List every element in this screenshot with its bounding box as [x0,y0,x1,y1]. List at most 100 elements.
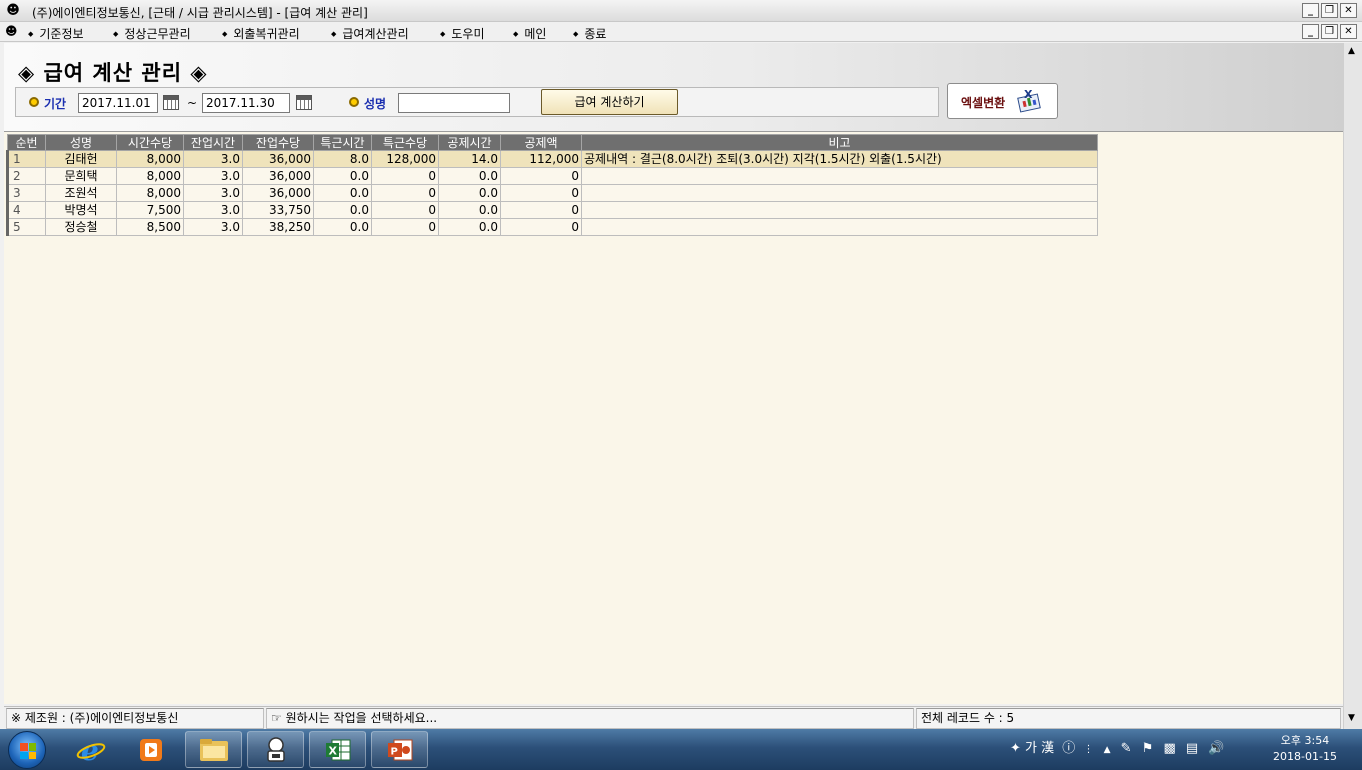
table-cell[interactable]: 112,000 [500,150,582,168]
help-icon[interactable]: ⓘ [1062,741,1075,756]
network-icon[interactable]: ▤ [1186,741,1198,756]
child-restore-button[interactable]: ❐ [1321,24,1338,39]
windows-start-icon[interactable] [8,731,46,769]
table-cell[interactable]: 0.0 [438,167,501,185]
table-cell[interactable]: 8.0 [313,150,372,168]
table-cell[interactable]: 0.0 [313,201,372,219]
table-row[interactable]: 1 김태헌 8,000 3.0 36,000 8.0 128,000 14.0 … [6,150,1098,168]
excel-app-icon[interactable]: X [309,731,366,768]
vertical-scrollbar[interactable]: ▲ ▼ [1343,43,1362,729]
table-cell[interactable]: 8,000 [116,184,184,202]
table-cell[interactable]: 0.0 [313,167,372,185]
table-cell[interactable]: 8,000 [116,150,184,168]
table-row[interactable]: 2 문희택 8,000 3.0 36,000 0.0 0 0.0 0 [6,167,1098,185]
table-cell[interactable]: 36,000 [242,184,314,202]
table-cell[interactable]: 36,000 [242,167,314,185]
table-cell[interactable]: 0 [500,184,582,202]
table-cell[interactable]: 2 [6,167,46,185]
taskbar-clock[interactable]: 오후 3:54 2018-01-15 [1262,733,1348,765]
menu-item-standard-info[interactable]: ◆ 기준정보 [28,25,84,42]
table-cell[interactable]: 3.0 [183,167,243,185]
restore-button[interactable]: ❐ [1321,3,1338,18]
table-cell[interactable]: 3.0 [183,201,243,219]
ime-icon[interactable]: ✦ [1010,741,1021,756]
table-cell[interactable]: 3 [6,184,46,202]
table-cell[interactable]: 0 [371,184,439,202]
column-header[interactable]: 잔업시간 [183,134,243,151]
table-cell[interactable]: 0.0 [313,184,372,202]
powerpoint-app-icon[interactable]: P [371,731,428,768]
column-header[interactable]: 성명 [45,134,117,151]
minimize-button[interactable]: _ [1302,3,1319,18]
column-header[interactable]: 잔업수당 [242,134,314,151]
table-cell[interactable]: 33,750 [242,201,314,219]
table-cell[interactable]: 8,000 [116,167,184,185]
scroll-up-icon[interactable]: ▲ [1348,46,1355,56]
menu-item-payroll[interactable]: ◆ 급여계산관리 [331,25,409,42]
table-cell[interactable]: 3.0 [183,150,243,168]
calendar-icon[interactable] [163,95,179,110]
table-cell[interactable] [581,184,1098,202]
table-cell[interactable]: 김태헌 [45,150,117,168]
table-cell[interactable]: 문희택 [45,167,117,185]
date-from-input[interactable]: 2017.11.01 [78,93,158,113]
column-header[interactable]: 비고 [581,134,1098,151]
table-cell[interactable]: 0 [500,167,582,185]
table-cell[interactable]: 36,000 [242,150,314,168]
table-cell[interactable]: 0.0 [438,218,501,236]
table-cell[interactable] [581,218,1098,236]
child-minimize-button[interactable]: _ [1302,24,1319,39]
action-center-flag-icon[interactable]: ⚑ [1142,741,1154,756]
table-cell[interactable]: 38,250 [242,218,314,236]
ime-indicator[interactable]: 가 漢 [1025,741,1054,756]
column-header[interactable]: 시간수당 [116,134,184,151]
table-cell[interactable]: 0.0 [313,218,372,236]
menu-item-normal-work[interactable]: ◆ 정상근무관리 [113,25,191,42]
table-row[interactable]: 5 정승철 8,500 3.0 38,250 0.0 0 0.0 0 [6,218,1098,236]
table-row[interactable]: 4 박명석 7,500 3.0 33,750 0.0 0 0.0 0 [6,201,1098,219]
table-cell[interactable]: 조원석 [45,184,117,202]
table-cell[interactable]: 7,500 [116,201,184,219]
device-icon[interactable]: ▩ [1163,741,1175,756]
column-header[interactable]: 순번 [7,134,46,151]
table-cell[interactable]: 8,500 [116,218,184,236]
media-player-icon[interactable] [122,731,179,768]
table-cell[interactable]: 1 [6,150,46,168]
column-header[interactable]: 공제시간 [438,134,501,151]
close-button[interactable]: ✕ [1340,3,1357,18]
excel-export-button[interactable]: 엑셀변환 X [947,83,1058,119]
table-cell[interactable]: 공제내역 : 결근(8.0시간) 조퇴(3.0시간) 지각(1.5시간) 외출(… [581,150,1098,168]
volume-icon[interactable]: 🔊 [1208,741,1224,756]
table-cell[interactable]: 128,000 [371,150,439,168]
menu-item-exit[interactable]: ◆ 종료 [573,25,606,42]
table-cell[interactable]: 4 [6,201,46,219]
name-search-input[interactable] [398,93,510,113]
column-header[interactable]: 공제액 [500,134,582,151]
column-header[interactable]: 특근수당 [371,134,439,151]
table-row[interactable]: 3 조원석 8,000 3.0 36,000 0.0 0 0.0 0 [6,184,1098,202]
menu-item-outing-return[interactable]: ◆ 외출복귀관리 [222,25,300,42]
table-cell[interactable]: 0.0 [438,184,501,202]
table-cell[interactable]: 0 [500,218,582,236]
table-cell[interactable]: 정승철 [45,218,117,236]
pen-icon[interactable]: ✎ [1121,741,1132,756]
table-cell[interactable] [581,201,1098,219]
table-cell[interactable]: 박명석 [45,201,117,219]
app-task-icon[interactable] [247,731,304,768]
tray-options-icon[interactable]: ⋮ [1083,744,1093,755]
table-cell[interactable]: 0 [500,201,582,219]
table-cell[interactable] [581,167,1098,185]
internet-explorer-icon[interactable]: e [62,731,119,768]
date-to-input[interactable]: 2017.11.30 [202,93,290,113]
table-cell[interactable]: 0 [371,167,439,185]
calendar-icon[interactable] [296,95,312,110]
table-cell[interactable]: 3.0 [183,184,243,202]
table-cell[interactable]: 0.0 [438,201,501,219]
table-cell[interactable]: 5 [6,218,46,236]
calculate-payroll-button[interactable]: 급여 계산하기 [541,89,678,115]
table-cell[interactable]: 14.0 [438,150,501,168]
table-cell[interactable]: 0 [371,218,439,236]
menu-item-help[interactable]: ◆ 도우미 [440,25,485,42]
scroll-down-icon[interactable]: ▼ [1348,713,1355,723]
folder-explorer-icon[interactable] [185,731,242,768]
